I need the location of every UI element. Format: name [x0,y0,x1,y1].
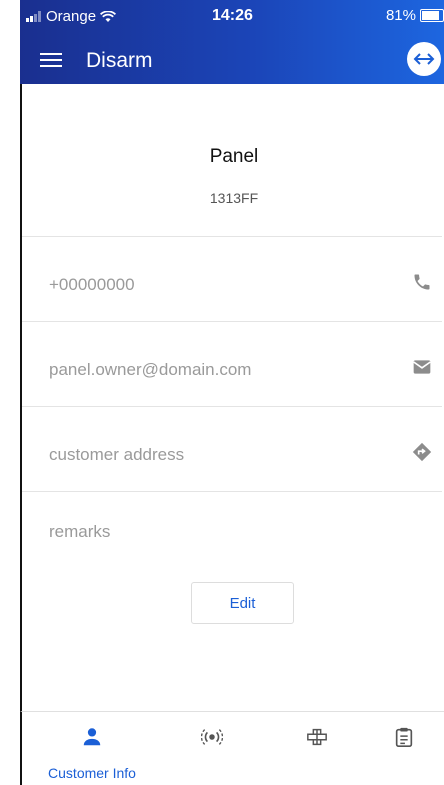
swap-horizontal-icon [413,53,435,65]
carrier-indicator: Orange [26,8,117,25]
tab-label: Customer Info [48,765,136,781]
signal-icon [26,11,41,22]
remarks-text: remarks [49,522,111,541]
tab-customer-info[interactable]: Customer Info [22,712,162,785]
zones-icon [307,728,327,746]
app-bar: Disarm [20,36,444,84]
address-row[interactable]: customer address [22,406,442,492]
carrier-name: Orange [46,8,97,25]
top-bar: Orange 14:26 81% Disarm [20,0,444,84]
email-row[interactable]: panel.owner@domain.com [22,321,442,407]
app-screen: Orange 14:26 81% Disarm Panel 1313FF +00… [0,0,444,785]
clipboard-icon [395,727,413,747]
page-title: Disarm [86,49,153,72]
tab-sensors[interactable] [167,712,257,785]
tab-reports[interactable] [362,712,444,785]
directions-icon[interactable] [412,442,432,462]
remarks-divider [22,491,442,493]
switch-button[interactable] [407,42,441,76]
battery-percent: 81% [385,7,416,24]
bottom-navigation: Customer Info [20,711,444,785]
customer-address: customer address [49,445,185,464]
panel-id: 1313FF [209,190,259,206]
panel-name: Panel [209,146,259,167]
sensor-icon [201,729,223,745]
edit-button[interactable]: Edit [191,582,294,624]
status-bar: Orange 14:26 81% [20,0,444,36]
wifi-icon [100,10,117,22]
customer-info-content: Panel 1313FF +00000000 panel.owner@domai… [20,84,444,711]
hamburger-menu-icon[interactable] [40,49,62,69]
phone-number: +00000000 [49,275,135,294]
phone-row[interactable]: +00000000 [22,236,442,322]
phone-icon[interactable] [412,272,432,292]
tab-zones[interactable] [272,712,362,785]
battery-icon [420,9,444,22]
status-time: 14:26 [212,7,253,24]
mail-icon[interactable] [412,357,432,377]
email-address: panel.owner@domain.com [49,360,252,379]
battery-indicator: 81% [386,7,444,24]
person-icon [83,728,101,746]
